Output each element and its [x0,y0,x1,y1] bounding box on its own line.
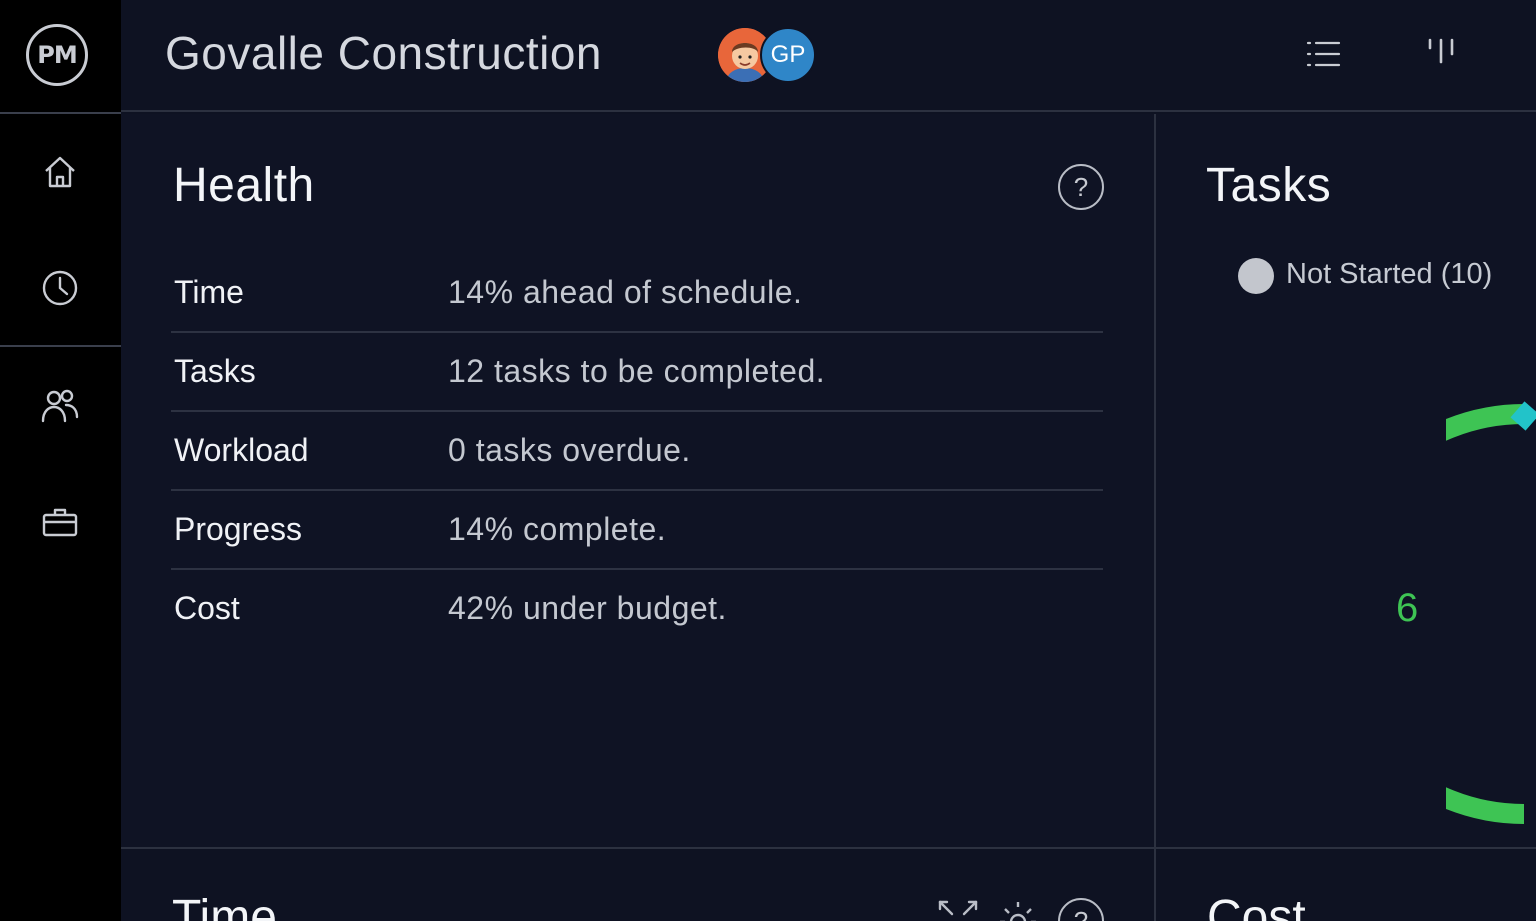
health-label: Tasks [174,353,256,389]
health-title: Health [173,159,315,212]
columns-icon[interactable] [1421,34,1461,74]
settings-icon[interactable] [996,898,1040,921]
health-value: 42% under budget. [448,590,727,626]
tasks-panel: Tasks Not Started (10) 6 [1156,114,1536,847]
health-value: 14% complete. [448,511,667,547]
help-label: ? [1073,905,1089,921]
health-panel: Health ? Time 14% ahead of schedule. Tas… [121,114,1154,847]
logo-text: PM [37,41,77,69]
health-label: Cost [174,590,240,626]
list-icon[interactable] [1303,34,1343,74]
health-label: Workload [174,432,309,468]
help-button[interactable]: ? [1058,898,1104,921]
donut-segment-complete [1510,401,1536,431]
people-icon[interactable] [40,385,80,425]
legend-dot-not-started [1238,258,1274,294]
pm-logo[interactable]: PM [26,24,88,86]
tasks-title: Tasks [1206,159,1332,212]
sidebar: PM [0,0,121,921]
tasks-donut-chart[interactable] [1446,394,1536,847]
cost-panel-title: Cost [1207,891,1306,921]
time-panel-title: Time [172,891,277,921]
expand-icon[interactable] [936,898,980,921]
help-label: ? [1073,171,1089,202]
project-title: Govalle Construction [165,27,602,79]
health-row-time: Time 14% ahead of schedule. [171,254,1103,333]
donut-segment-in-progress [1446,404,1525,824]
legend-label-not-started[interactable]: Not Started (10) [1286,258,1492,291]
health-row-progress: Progress 14% complete. [171,491,1103,570]
briefcase-icon[interactable] [40,503,80,543]
health-value: 12 tasks to be completed. [448,353,826,389]
health-value: 14% ahead of schedule. [448,274,803,310]
health-row-cost: Cost 42% under budget. [171,570,1103,649]
health-row-workload: Workload 0 tasks overdue. [171,412,1103,491]
health-label: Progress [174,511,303,547]
clock-icon[interactable] [40,268,80,308]
help-button[interactable]: ? [1058,164,1104,210]
health-value: 0 tasks overdue. [448,432,691,468]
sidebar-divider [0,112,121,114]
sidebar-divider [0,345,121,347]
avatar-initials: GP [770,41,806,68]
avatar[interactable]: GP [760,27,816,83]
top-bar: Govalle Construction GP [121,0,1536,112]
health-label: Time [174,274,244,310]
home-icon[interactable] [40,152,80,192]
donut-segment-label: 6 [1396,586,1419,630]
health-row-tasks: Tasks 12 tasks to be completed. [171,333,1103,412]
panel-divider [121,847,1536,849]
